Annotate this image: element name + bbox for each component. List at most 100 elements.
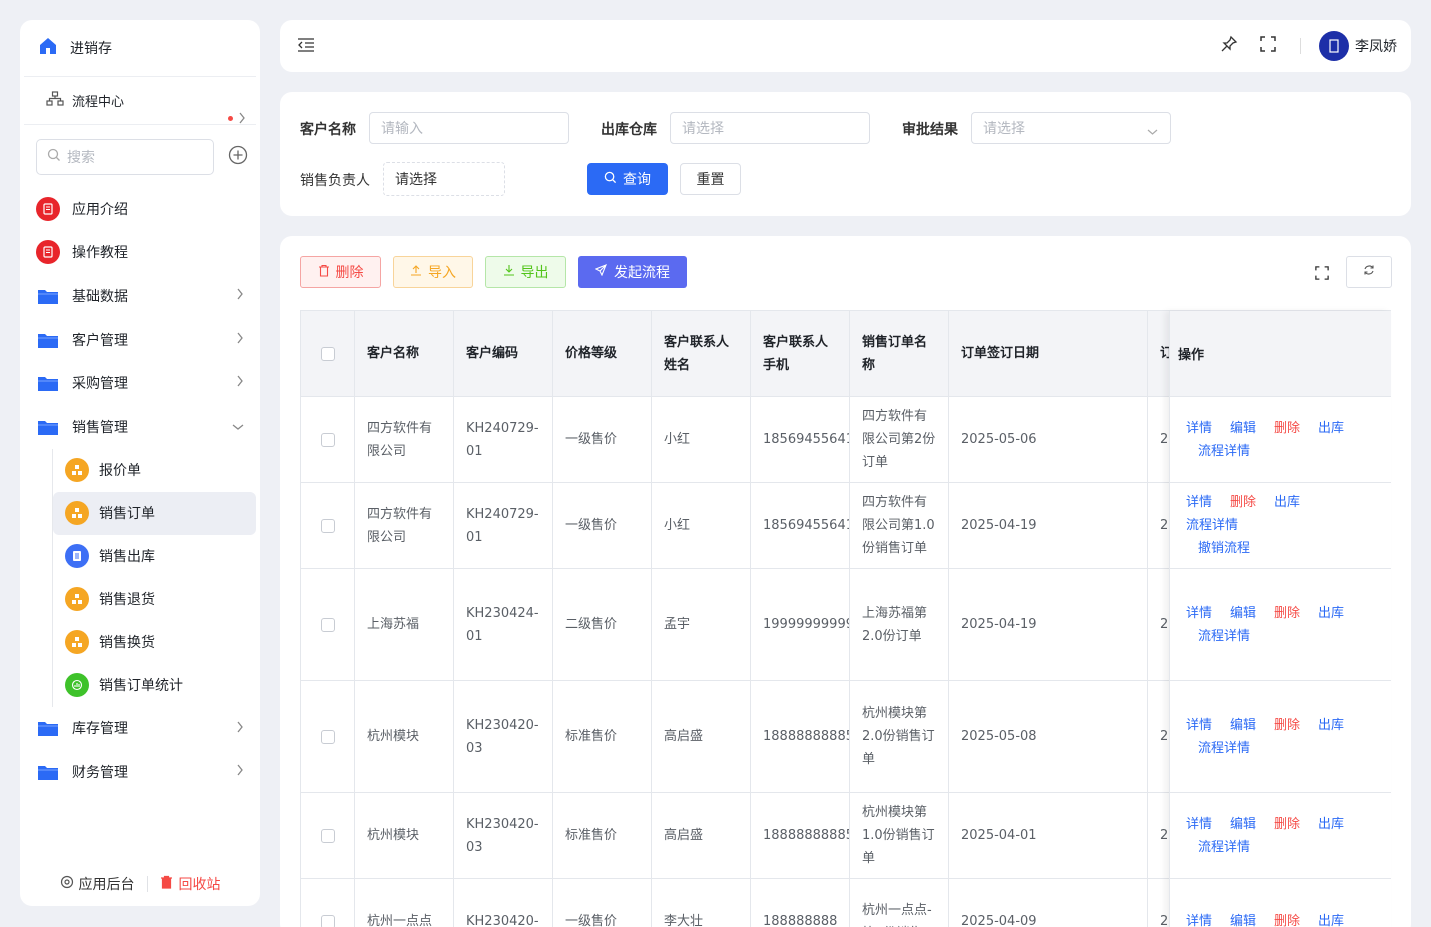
table-cell-name: 上海苏福	[355, 569, 454, 680]
reset-button[interactable]: 重置	[680, 163, 741, 195]
menu-item-base-data[interactable]: 基础数据	[20, 274, 260, 318]
folder-icon	[36, 415, 60, 439]
warehouse-select[interactable]: 请选择	[670, 112, 870, 144]
submenu-item-sales-return[interactable]: 销售退货	[53, 578, 256, 621]
row-action-link[interactable]: 流程详情	[1198, 440, 1250, 463]
column-header[interactable]: 客户编码	[454, 311, 553, 396]
row-checkbox[interactable]	[320, 432, 335, 447]
chevron-right-icon	[238, 112, 246, 128]
row-action-link[interactable]: 编辑	[1230, 714, 1256, 737]
menu-item-label: 客户管理	[72, 332, 128, 349]
table-cell-order: 四方软件有限公司第2份订单	[850, 397, 949, 482]
row-action-link[interactable]: 出库	[1318, 714, 1344, 737]
user-name[interactable]: 李凤娇	[1355, 36, 1397, 56]
app-backend-link[interactable]: 应用后台	[60, 874, 135, 894]
row-action-link[interactable]: 流程详情	[1198, 836, 1250, 859]
submenu-item-sales-order[interactable]: 销售订单	[53, 491, 256, 535]
row-action-link[interactable]: 删除	[1230, 491, 1256, 514]
row-action-link[interactable]: 出库	[1318, 910, 1344, 927]
menu-item-customers[interactable]: 客户管理	[20, 318, 260, 362]
menu-item-finance[interactable]: 财务管理	[20, 750, 260, 794]
chevron-right-icon	[236, 288, 244, 304]
submenu-item-sales-outbound[interactable]: 销售出库	[53, 535, 256, 578]
customer-name-input[interactable]: 请输入	[369, 112, 569, 144]
table-cell-phone: 19999999999	[751, 569, 850, 680]
fullscreen-icon[interactable]	[1315, 266, 1329, 284]
submenu-item-sales-stats[interactable]: 销售订单统计	[53, 664, 256, 707]
row-action-link[interactable]: 删除	[1274, 714, 1300, 737]
row-action-link[interactable]: 流程详情	[1186, 514, 1238, 537]
submenu-item-sales-exchange[interactable]: 销售换货	[53, 621, 256, 664]
row-action-link[interactable]: 删除	[1274, 417, 1300, 440]
pin-icon[interactable]	[1220, 35, 1238, 57]
column-header[interactable]: 客户联系人姓名	[652, 311, 751, 396]
menu-item-label: 销售管理	[72, 419, 128, 436]
submenu-item-quotation[interactable]: 报价单	[53, 449, 256, 492]
folder-icon	[36, 760, 60, 784]
row-action-link[interactable]: 删除	[1274, 602, 1300, 625]
table-cell-code: KH230420-03	[454, 681, 553, 792]
trash-icon	[160, 875, 173, 893]
refresh-icon	[1363, 264, 1375, 280]
export-button[interactable]: 导出	[485, 256, 566, 288]
row-action-link[interactable]: 详情	[1186, 491, 1212, 514]
menu-item-intro[interactable]: 应用介绍	[20, 187, 260, 231]
table-cell-phone: 18888888885	[751, 793, 850, 878]
row-action-link[interactable]: 详情	[1186, 910, 1212, 927]
row-checkbox[interactable]	[320, 518, 335, 533]
delete-button[interactable]: 删除	[300, 256, 381, 288]
submenu-item-label: 销售退货	[99, 592, 155, 609]
row-checkbox[interactable]	[320, 914, 335, 927]
table-cell-code: KH240729-01	[454, 397, 553, 482]
column-header[interactable]: 订单签订日期	[949, 311, 1148, 396]
row-action-link[interactable]: 详情	[1186, 813, 1212, 836]
row-checkbox[interactable]	[320, 617, 335, 632]
search-input[interactable]: 搜索	[36, 139, 214, 175]
row-action-link[interactable]: 出库	[1274, 491, 1300, 514]
flow-center-label: 流程中心	[72, 95, 125, 110]
refresh-button[interactable]	[1346, 256, 1392, 288]
table-cell-name: 四方软件有限公司	[355, 397, 454, 482]
row-action-link[interactable]: 删除	[1274, 910, 1300, 927]
menu-item-tutorial[interactable]: 操作教程	[20, 231, 260, 275]
column-header[interactable]: 销售订单名称	[850, 311, 949, 396]
row-action-link[interactable]: 流程详情	[1198, 737, 1250, 760]
column-header[interactable]: 客户名称	[355, 311, 454, 396]
row-action-link[interactable]: 出库	[1318, 813, 1344, 836]
row-action-link[interactable]: 详情	[1186, 417, 1212, 440]
row-action-link[interactable]: 删除	[1274, 813, 1300, 836]
menu-item-sales[interactable]: 销售管理	[20, 405, 260, 449]
collapse-menu-icon[interactable]	[297, 37, 315, 57]
start-flow-button[interactable]: 发起流程	[578, 256, 687, 288]
import-button[interactable]: 导入	[393, 256, 473, 288]
export-label: 导出	[520, 265, 549, 281]
menu-item-inventory[interactable]: 库存管理	[20, 707, 260, 751]
row-action-link[interactable]: 编辑	[1230, 813, 1256, 836]
app-brand[interactable]: 进销存	[24, 20, 256, 77]
row-checkbox[interactable]	[320, 729, 335, 744]
menu-item-purchase[interactable]: 采购管理	[20, 361, 260, 405]
row-action-link[interactable]: 编辑	[1230, 910, 1256, 927]
row-action-link[interactable]: 撤销流程	[1198, 537, 1250, 560]
row-action-link[interactable]: 编辑	[1230, 417, 1256, 440]
row-action-link[interactable]: 详情	[1186, 714, 1212, 737]
recycle-bin-link[interactable]: 回收站	[160, 874, 221, 894]
column-header[interactable]: 客户联系人手机	[751, 311, 850, 396]
select-all-checkbox[interactable]	[320, 346, 335, 361]
approval-select[interactable]: 请选择	[971, 112, 1171, 144]
fullscreen-icon[interactable]	[1260, 36, 1276, 56]
column-header[interactable]: 价格等级	[553, 311, 652, 396]
row-action-link[interactable]: 详情	[1186, 602, 1212, 625]
row-checkbox[interactable]	[320, 828, 335, 843]
row-action-link[interactable]: 出库	[1318, 602, 1344, 625]
add-circle-icon[interactable]	[228, 145, 248, 169]
avatar[interactable]	[1319, 31, 1349, 61]
row-action-link[interactable]: 编辑	[1230, 602, 1256, 625]
row-action-link[interactable]: 流程详情	[1198, 625, 1250, 648]
sales-owner-select[interactable]: 请选择	[383, 162, 505, 196]
flow-center[interactable]: 流程中心	[24, 77, 256, 125]
row-action-link[interactable]: 出库	[1318, 417, 1344, 440]
table-cell-contact: 孟宇	[652, 569, 751, 680]
query-button[interactable]: 查询	[587, 163, 668, 195]
reset-label: 重置	[696, 172, 725, 188]
